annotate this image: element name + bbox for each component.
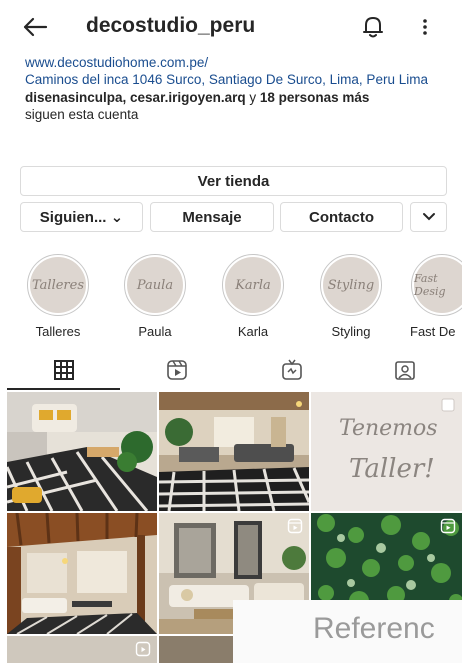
highlight-cover: Karla [225,257,281,313]
highlight-label: Karla [237,324,269,339]
post-thumbnail[interactable] [7,392,157,511]
profile-bio: www.decostudiohome.com.pe/ Caminos del i… [25,54,455,123]
following-button[interactable]: Siguien... ⌄ [20,202,143,232]
post-thumbnail[interactable] [7,513,157,634]
highlight-ring: Karla [222,254,284,316]
chevron-down-icon [422,213,435,221]
highlight-ring: Fast Desig [411,254,462,316]
suggested-accounts-button[interactable] [410,202,447,232]
highlight-paula[interactable]: Paula Paula [117,254,193,339]
igtv-icon[interactable] [280,358,304,382]
follower-suffix: siguen esta cuenta [25,107,139,122]
post-image [7,392,157,511]
post-text-line-1: Tenemos [339,416,438,441]
post-image [159,392,309,511]
highlight-talleres[interactable]: Talleres Talleres [20,254,96,339]
contact-button[interactable]: Contacto [280,202,403,232]
bell-icon[interactable] [358,12,388,42]
arrow-left-icon[interactable] [20,12,50,42]
view-store-button[interactable]: Ver tienda [20,166,447,196]
post-text-line-2: Taller! [349,454,435,484]
highlight-styling[interactable]: Styling Styling [313,254,389,339]
highlight-fast-design[interactable]: Fast Desig Fast De [400,254,462,339]
address-link[interactable]: Caminos del inca 1046 Surco, Santiago De… [25,71,455,88]
highlight-ring: Talleres [27,254,89,316]
active-tab-indicator [7,388,120,390]
tagged-icon[interactable] [393,358,417,382]
highlight-label: Fast De [410,324,456,339]
follower-joiner: y [245,90,260,105]
reels-icon [440,518,456,534]
vertical-dots-icon[interactable] [414,12,436,42]
highlight-cover: Paula [127,257,183,313]
highlight-ring: Paula [124,254,186,316]
followed-by-text[interactable]: disenasinculpa, cesar.irigoyen.arq y 18 … [25,89,455,123]
follower-count: 18 personas más [259,90,370,105]
profile-tabs [0,352,462,390]
message-button[interactable]: Mensaje [150,202,274,232]
highlight-cover: Fast Desig [414,257,462,313]
reels-icon [135,641,151,657]
highlight-label: Talleres [35,324,81,339]
multi-photo-icon [441,398,455,412]
highlight-ring: Styling [320,254,382,316]
highlight-karla[interactable]: Karla Karla [215,254,291,339]
post-image [7,513,157,634]
highlight-label: Paula [138,324,172,339]
grid-icon[interactable] [52,358,76,382]
reference-watermark: Referenc [233,600,462,663]
follower-names: disenasinculpa, cesar.irigoyen.arq [25,90,246,105]
post-thumbnail[interactable]: Tenemos Taller! [311,392,462,511]
post-thumbnail[interactable] [159,392,309,511]
post-thumbnail[interactable] [7,636,157,663]
reels-icon [287,518,303,534]
top-bar: decostudio_peru [0,0,462,54]
highlight-label: Styling [331,324,371,339]
reels-icon[interactable] [165,358,189,382]
highlight-cover: Talleres [30,257,86,313]
website-link[interactable]: www.decostudiohome.com.pe/ [25,54,455,71]
profile-username: decostudio_peru [86,14,256,37]
highlight-cover: Styling [323,257,379,313]
